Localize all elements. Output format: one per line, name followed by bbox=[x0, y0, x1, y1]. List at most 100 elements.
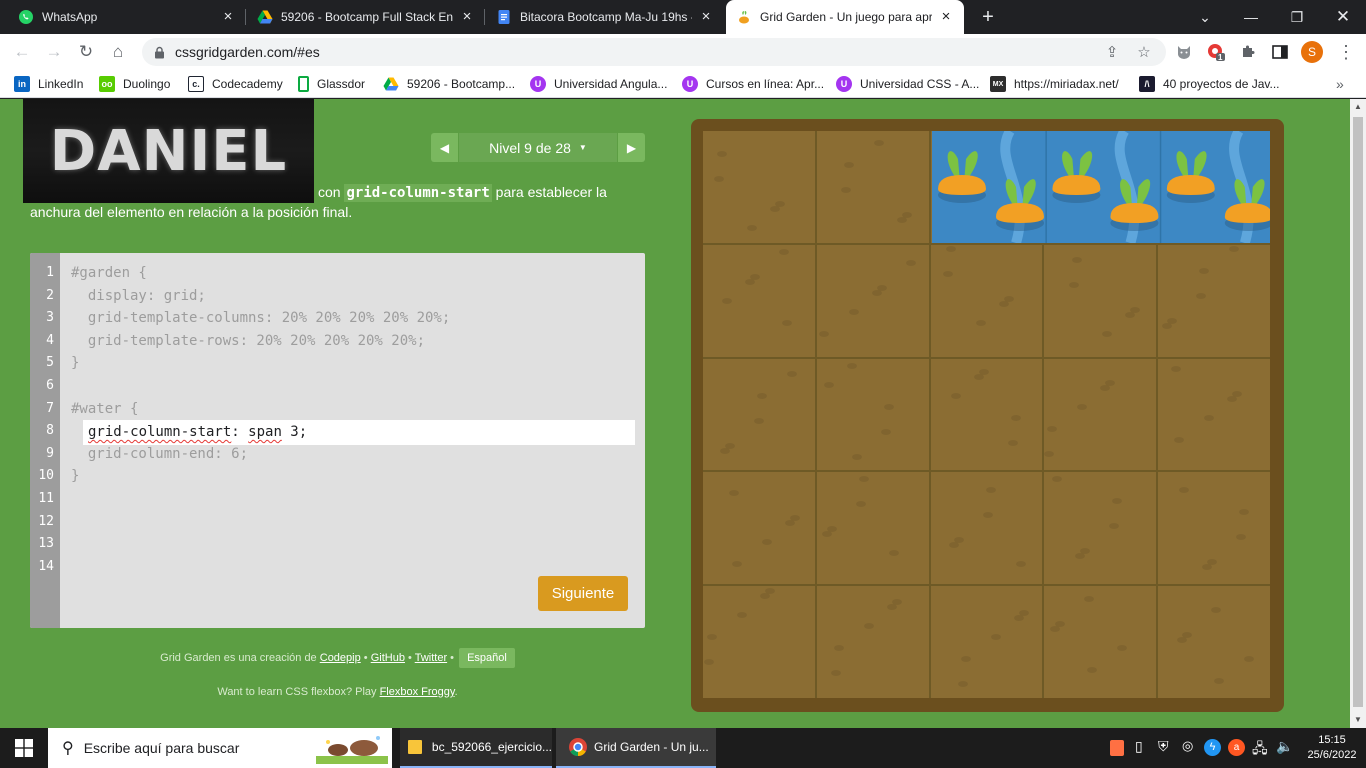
bookmark-udemy-cursos[interactable]: U Cursos en línea: Apr... bbox=[682, 75, 824, 93]
close-window-button[interactable]: ✕ bbox=[1320, 0, 1366, 34]
bookmark-udemy-css[interactable]: U Universidad CSS - A... bbox=[836, 75, 979, 93]
close-icon[interactable]: × bbox=[698, 9, 714, 25]
tray-camera-icon[interactable]: ◎ bbox=[1182, 738, 1193, 754]
windows-logo-icon bbox=[15, 739, 33, 757]
back-button[interactable]: ← bbox=[10, 40, 34, 64]
garden-plot bbox=[816, 586, 929, 698]
level-selector[interactable]: Nivel 9 de 28 ▼ bbox=[458, 133, 618, 162]
side-panel-icon[interactable] bbox=[1270, 42, 1290, 62]
start-button[interactable] bbox=[0, 728, 48, 768]
soil-texture bbox=[1109, 523, 1120, 530]
taskbar-app-chrome[interactable]: Grid Garden - Un ju... bbox=[556, 728, 716, 768]
twitter-link[interactable]: Twitter bbox=[415, 652, 447, 664]
extensions-puzzle-icon[interactable] bbox=[1238, 42, 1258, 62]
garden-plot bbox=[1044, 472, 1157, 585]
tab-bootcamp[interactable]: 59206 - Bootcamp Full Stack Eng × bbox=[247, 0, 485, 34]
bookmark-duolingo[interactable]: oo Duolingo bbox=[99, 75, 170, 93]
garden-plot bbox=[930, 472, 1043, 585]
more-bookmarks-chevron-icon[interactable]: » bbox=[1336, 75, 1344, 93]
garden-plot bbox=[1158, 244, 1270, 357]
flexbox-froggy-link[interactable]: Flexbox Froggy bbox=[380, 686, 455, 698]
soil-texture bbox=[863, 623, 874, 630]
share-icon[interactable]: ⇪ bbox=[1102, 42, 1122, 62]
soil-texture bbox=[957, 681, 968, 688]
reload-button[interactable]: ↻ bbox=[74, 40, 98, 64]
soil-texture bbox=[1003, 295, 1014, 302]
tab-title: Bitacora Bootcamp Ma-Ju 19hs - bbox=[520, 10, 692, 24]
bookmark-glassdoor[interactable]: Glassdor bbox=[298, 75, 365, 93]
line-number: 10 bbox=[38, 468, 54, 484]
bookmark-label: Duolingo bbox=[123, 77, 171, 91]
google-drive-icon bbox=[257, 9, 273, 25]
page-scrollbar[interactable]: ▲ ▼ bbox=[1350, 99, 1366, 728]
css-answer-input[interactable]: grid-column-start: span 3; bbox=[83, 420, 635, 445]
bookmark-40-proyectos[interactable]: /\ 40 proyectos de Jav... bbox=[1139, 75, 1280, 93]
instructions-line-1: con grid-column-start para establecer la bbox=[30, 183, 645, 203]
tab-grid-garden[interactable]: Grid Garden - Un juego para apre × bbox=[726, 0, 964, 34]
search-icon: ⚲ bbox=[62, 740, 74, 757]
new-tab-button[interactable]: + bbox=[976, 5, 1000, 29]
bookmark-codecademy[interactable]: c. Codecademy bbox=[188, 75, 283, 93]
bookmark-linkedin[interactable]: in LinkedIn bbox=[14, 75, 83, 93]
close-icon[interactable]: × bbox=[459, 9, 475, 25]
browser-toolbar: ← → ↻ ⌂ cssgridgarden.com/#es ⇪ ☆ 1 S ⋮ bbox=[0, 34, 1366, 70]
bookmark-miriadax[interactable]: MX https://miriadax.net/ bbox=[990, 75, 1119, 93]
chrome-icon bbox=[569, 738, 587, 756]
soil-texture bbox=[1055, 621, 1066, 628]
search-placeholder: Escribe aquí para buscar bbox=[83, 740, 240, 756]
language-selector[interactable]: Español bbox=[459, 648, 515, 668]
soil-texture bbox=[704, 659, 714, 666]
soil-texture bbox=[714, 176, 724, 182]
url-text: cssgridgarden.com/#es bbox=[175, 44, 320, 60]
input-value: 3; bbox=[281, 424, 308, 440]
soil-texture bbox=[830, 670, 841, 677]
next-level-button[interactable]: ▶ bbox=[618, 133, 645, 162]
taskbar-app-explorer[interactable]: bc_592066_ejercicio... bbox=[400, 728, 552, 768]
tray-app-icon[interactable] bbox=[1110, 740, 1124, 756]
codepip-link[interactable]: Codepip bbox=[320, 652, 361, 664]
tray-volume-icon[interactable]: 🔈 bbox=[1276, 738, 1293, 755]
scrollbar-thumb[interactable] bbox=[1353, 117, 1363, 707]
forward-button[interactable]: → bbox=[42, 40, 66, 64]
bookmark-star-icon[interactable]: ☆ bbox=[1134, 42, 1154, 62]
soil-texture bbox=[1007, 439, 1018, 446]
profile-avatar[interactable]: S bbox=[1301, 41, 1323, 63]
restore-button[interactable]: ❐ bbox=[1274, 0, 1320, 34]
soil-texture bbox=[848, 308, 859, 315]
bookmark-udemy-angular[interactable]: U Universidad Angula... bbox=[530, 75, 667, 93]
code-lines: #garden { display: grid; grid-template-c… bbox=[71, 262, 450, 488]
bookmark-bootcamp-drive[interactable]: 59206 - Bootcamp... bbox=[383, 75, 515, 93]
github-link[interactable]: GitHub bbox=[371, 652, 405, 664]
close-icon[interactable]: × bbox=[938, 9, 954, 25]
tray-avast-icon[interactable]: a bbox=[1228, 739, 1245, 756]
tab-search-chevron-icon[interactable]: ⌄ bbox=[1182, 0, 1228, 34]
scroll-up-arrow-icon[interactable]: ▲ bbox=[1350, 99, 1366, 115]
garden-plot bbox=[1158, 586, 1270, 698]
water-waves bbox=[937, 131, 1270, 244]
taskbar-clock[interactable]: 15:15 25/6/2022 bbox=[1300, 733, 1364, 763]
extension-cat-icon[interactable] bbox=[1174, 42, 1194, 62]
tab-bitacora[interactable]: Bitacora Bootcamp Ma-Ju 19hs - × bbox=[486, 0, 724, 34]
garden-plot bbox=[930, 244, 1043, 357]
home-button[interactable]: ⌂ bbox=[106, 40, 130, 64]
tray-network-icon[interactable]: 🖧 bbox=[1252, 738, 1268, 762]
tray-bolt-icon[interactable]: ϟ bbox=[1204, 739, 1221, 756]
menu-kebab-icon[interactable]: ⋮ bbox=[1336, 42, 1356, 62]
tray-battery-icon[interactable]: ▯ bbox=[1135, 738, 1143, 755]
extension-badge-icon[interactable]: 1 bbox=[1206, 42, 1226, 62]
next-button[interactable]: Siguiente bbox=[538, 576, 628, 611]
close-icon[interactable]: × bbox=[220, 9, 236, 25]
previous-level-button[interactable]: ◀ bbox=[431, 133, 458, 162]
soil-texture bbox=[732, 561, 742, 568]
address-bar[interactable]: cssgridgarden.com/#es bbox=[142, 38, 1166, 66]
tab-whatsapp[interactable]: WhatsApp × bbox=[8, 0, 246, 34]
taskbar-search-box[interactable]: ⚲ Escribe aquí para buscar bbox=[48, 728, 392, 768]
line-number: 12 bbox=[38, 513, 54, 529]
minimize-button[interactable]: — bbox=[1228, 0, 1274, 34]
line-number: 1 bbox=[46, 265, 54, 280]
garden-plot bbox=[1044, 244, 1157, 357]
tray-shield-icon[interactable]: ⛨ bbox=[1158, 738, 1169, 755]
lock-icon[interactable] bbox=[152, 45, 166, 59]
scroll-down-arrow-icon[interactable]: ▼ bbox=[1350, 712, 1366, 728]
clock-date: 25/6/2022 bbox=[1307, 749, 1357, 761]
